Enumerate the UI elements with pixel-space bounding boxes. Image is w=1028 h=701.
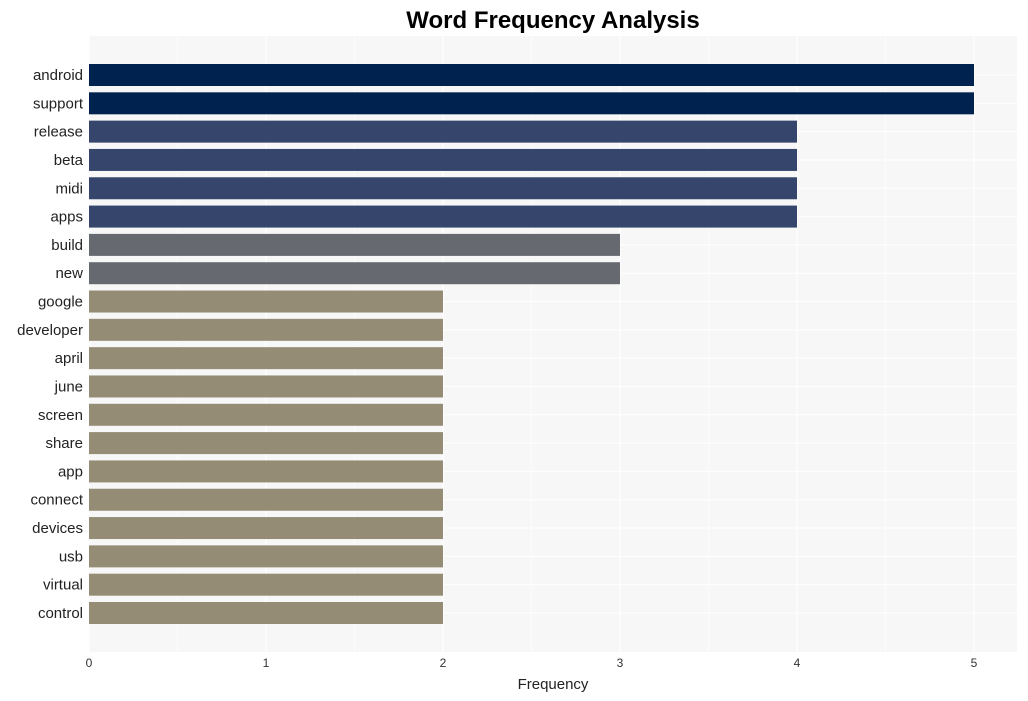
y-label-virtual: virtual	[43, 577, 83, 594]
bar-share	[89, 432, 443, 455]
bar-google	[89, 290, 443, 313]
y-label-april: april	[55, 350, 83, 367]
y-label-apps: apps	[50, 209, 83, 226]
y-label-midi: midi	[55, 180, 83, 197]
y-label-android: android	[33, 67, 83, 84]
bar-control	[89, 602, 443, 624]
word-frequency-chart: Word Frequency Analysis android support re…	[17, 7, 1017, 693]
bar-new	[89, 262, 620, 285]
y-label-connect: connect	[30, 492, 83, 509]
bar-developer	[89, 318, 443, 341]
y-label-support: support	[33, 95, 84, 112]
y-label-build: build	[51, 237, 83, 254]
y-label-release: release	[34, 124, 83, 141]
x-axis-label: Frequency	[518, 676, 589, 693]
y-label-share: share	[45, 435, 83, 452]
bar-apps	[89, 205, 797, 228]
y-label-beta: beta	[54, 152, 84, 169]
chart-title: Word Frequency Analysis	[406, 7, 699, 34]
bar-virtual	[89, 573, 443, 596]
bar-devices	[89, 517, 443, 540]
bar-midi	[89, 177, 797, 200]
bar-screen	[89, 403, 443, 426]
y-axis-labels: android support release beta midi apps build ne…	[17, 67, 84, 622]
bar-beta	[89, 148, 797, 171]
y-label-google: google	[38, 294, 83, 311]
bar-app	[89, 460, 443, 483]
y-label-screen: screen	[38, 407, 83, 424]
y-label-june: june	[54, 378, 83, 395]
bar-connect	[89, 488, 443, 511]
bar-android	[89, 64, 974, 86]
bar-support	[89, 92, 974, 115]
x-tick-label-3: 3	[617, 656, 624, 670]
x-tick-label-5: 5	[971, 656, 978, 670]
y-label-control: control	[38, 605, 83, 622]
bar-usb	[89, 545, 443, 568]
bar-release	[89, 120, 797, 143]
x-axis-ticks: 0 1 2 3 4 5	[86, 656, 978, 670]
x-tick-label-1: 1	[263, 656, 270, 670]
y-label-devices: devices	[32, 520, 83, 537]
y-label-usb: usb	[59, 548, 83, 565]
y-label-app: app	[58, 463, 83, 480]
x-tick-label-2: 2	[440, 656, 447, 670]
x-tick-label-0: 0	[86, 656, 93, 670]
y-label-new: new	[55, 265, 83, 282]
bar-june	[89, 375, 443, 398]
bar-build	[89, 233, 620, 256]
x-tick-label-4: 4	[794, 656, 801, 670]
bar-april	[89, 347, 443, 370]
y-label-developer: developer	[17, 322, 83, 339]
